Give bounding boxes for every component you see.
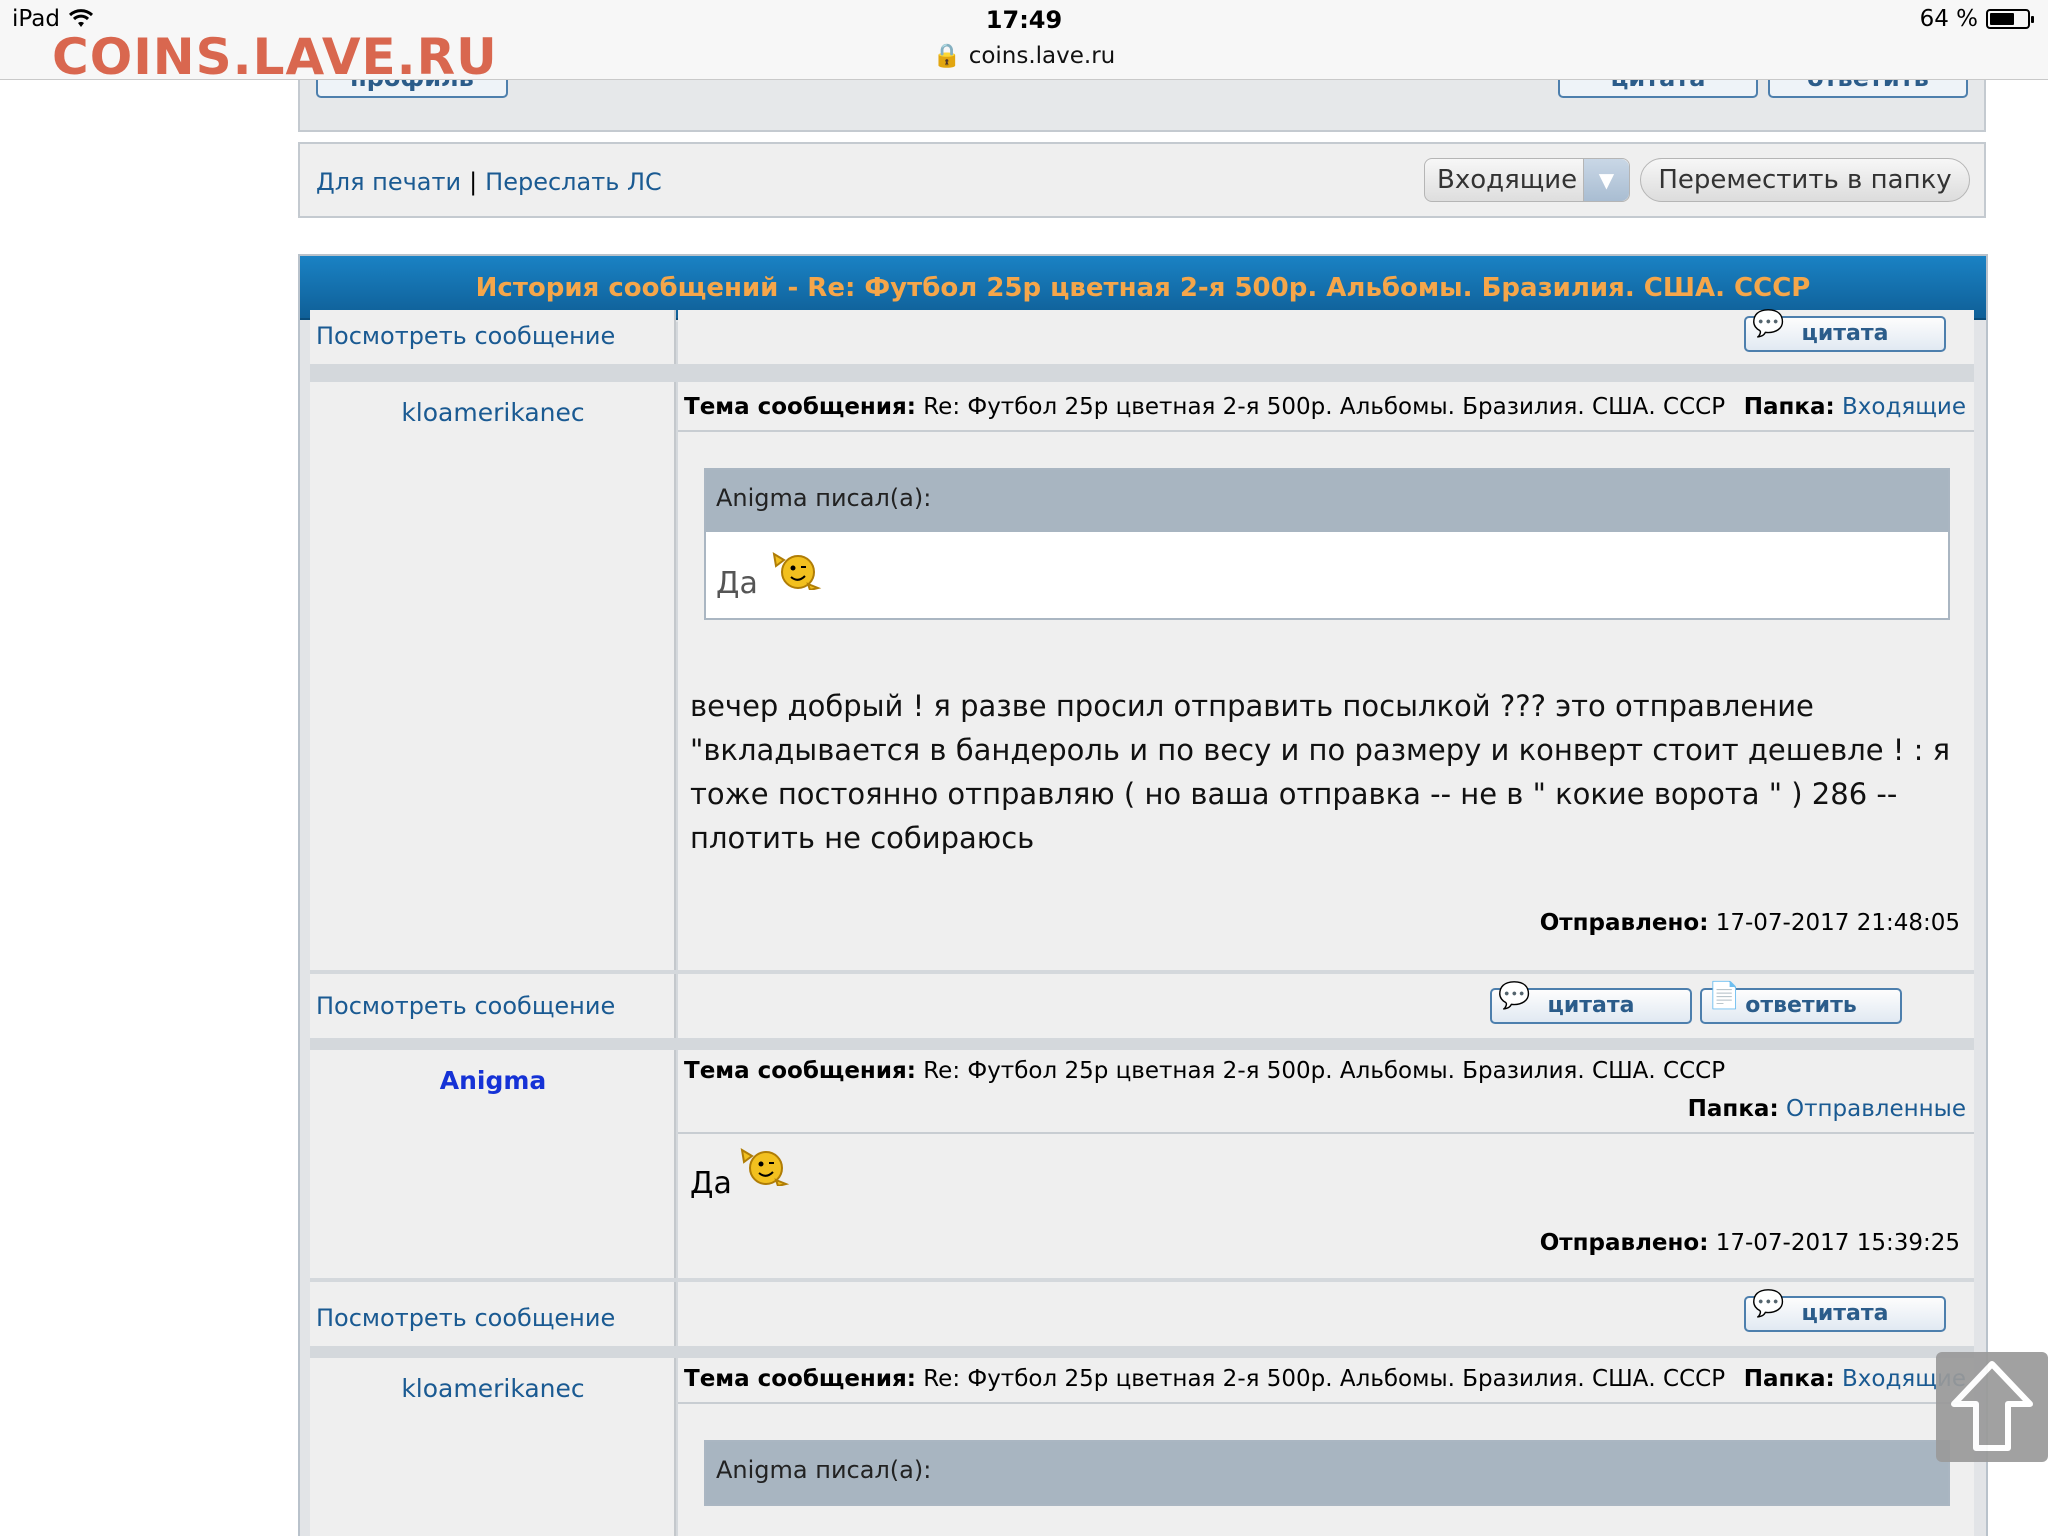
print-links: Для печати | Переслать ЛС [316,168,662,196]
author-cell: kloamerikanec [310,1358,676,1536]
view-message-link[interactable]: Посмотреть сообщение [316,322,615,350]
table-cell: 💬 цитата 📄 ответить [678,974,1974,1038]
author-cell: kloamerikanec [310,382,676,970]
smiley-icon [740,1148,790,1186]
view-message-link[interactable]: Посмотреть сообщение [316,1304,615,1332]
site-watermark: COINS.LAVE.RU [52,28,498,86]
table-cell: Посмотреть сообщение [310,310,676,364]
author-name[interactable]: kloamerikanec [310,398,676,427]
history-table: Посмотреть сообщение 💬 цитата kloamerikan… [310,309,1974,1536]
quote-block: Anigma писал(а): [704,1440,1950,1506]
message-actions-bar: Для печати | Переслать ЛС Входящие ▼ Перем… [298,142,1986,218]
prev-row-strip: профиль цитата ответить [298,80,1986,132]
message-text: вечер добрый ! я разве просил отправить … [690,689,1951,855]
divider [678,1402,1974,1404]
message-subject: Тема сообщения: Re: Футбол 25р цветная 2… [684,394,1726,420]
folder-link[interactable]: Входящие [1842,394,1966,420]
forward-link[interactable]: Переслать ЛС [485,168,662,196]
divider [678,1132,1974,1134]
quote-button[interactable]: 💬 цитата [1744,309,1946,352]
table-cell: 💬 цитата [678,309,1974,364]
table-cell: Посмотреть сообщение [310,974,676,1038]
sent-date: Отправлено: 17-07-2017 15:39:25 [1539,1230,1960,1256]
folder-select[interactable]: Входящие ▼ [1424,158,1630,202]
message-subject: Тема сообщения: Re: Футбол 25р цветная 2… [684,1366,1726,1392]
quote-block: Anigma писал(а): Да [704,468,1950,620]
quote-author: Anigma писал(а): [706,1442,1948,1504]
sent-date: Отправлено: 17-07-2017 21:48:05 [1539,910,1960,936]
quote-button[interactable]: цитата [1558,80,1758,98]
reply-button[interactable]: 📄 ответить [1700,981,1902,1024]
chevron-down-icon: ▼ [1583,159,1629,201]
author-name[interactable]: Anigma [310,1066,676,1095]
address-text: coins.lave.ru [968,43,1116,69]
move-to-folder-button[interactable]: Переместить в папку [1640,158,1970,202]
divider [678,430,1974,432]
smiley-icon [772,552,822,590]
table-cell: 💬 цитата [678,1282,1974,1346]
message-cell: Тема сообщения: Re: Футбол 25р цветная 2… [678,382,1974,970]
message-folder: Папка: Входящие [1743,1366,1966,1392]
folder-link[interactable]: Отправленные [1786,1096,1966,1122]
battery-status: 64 % [1919,6,2034,32]
message-cell: Тема сообщения: Re: Футбол 25р цветная 2… [678,1050,1974,1278]
quote-author: Anigma писал(а): [706,470,1948,532]
separator: | [469,168,478,196]
message-text: Да [690,1166,732,1201]
speech-bubble-icon: 💬 [1752,309,1785,339]
lock-icon: 🔒 [932,43,962,69]
table-cell: Посмотреть сообщение [310,1282,676,1346]
message-folder: Папка: Отправленные [1687,1096,1966,1122]
folder-select-value: Входящие [1437,165,1578,195]
message-folder: Папка: Входящие [1743,394,1966,420]
battery-fill [1990,13,2014,25]
author-name[interactable]: kloamerikanec [310,1374,676,1403]
speech-bubble-icon: 💬 [1498,981,1531,1011]
print-link[interactable]: Для печати [316,168,461,196]
scroll-to-top-button[interactable] [1936,1352,2048,1462]
web-page: профиль цитата ответить Для печати |Перес… [0,80,2048,1536]
document-icon: 📄 [1708,981,1741,1011]
quote-text: Да [716,566,758,601]
speech-bubble-icon: 💬 [1752,1289,1785,1319]
battery-percent: 64 % [1919,6,1978,32]
view-message-link[interactable]: Посмотреть сообщение [316,992,615,1020]
quote-button[interactable]: 💬 цитата [1744,1289,1946,1332]
message-cell: Тема сообщения: Re: Футбол 25р цветная 2… [678,1358,1974,1536]
message-history-panel: История сообщений - Re: Футбол 25р цветн… [298,254,1988,1536]
arrow-up-icon [1951,1361,2033,1451]
quote-body: Да [706,532,1948,618]
reply-button[interactable]: ответить [1768,80,1968,98]
message-subject: Тема сообщения: Re: Футбол 25р цветная 2… [684,1058,1726,1084]
battery-icon [1986,9,2034,29]
quote-button[interactable]: 💬 цитата [1490,981,1692,1024]
author-cell: Anigma [310,1050,676,1278]
